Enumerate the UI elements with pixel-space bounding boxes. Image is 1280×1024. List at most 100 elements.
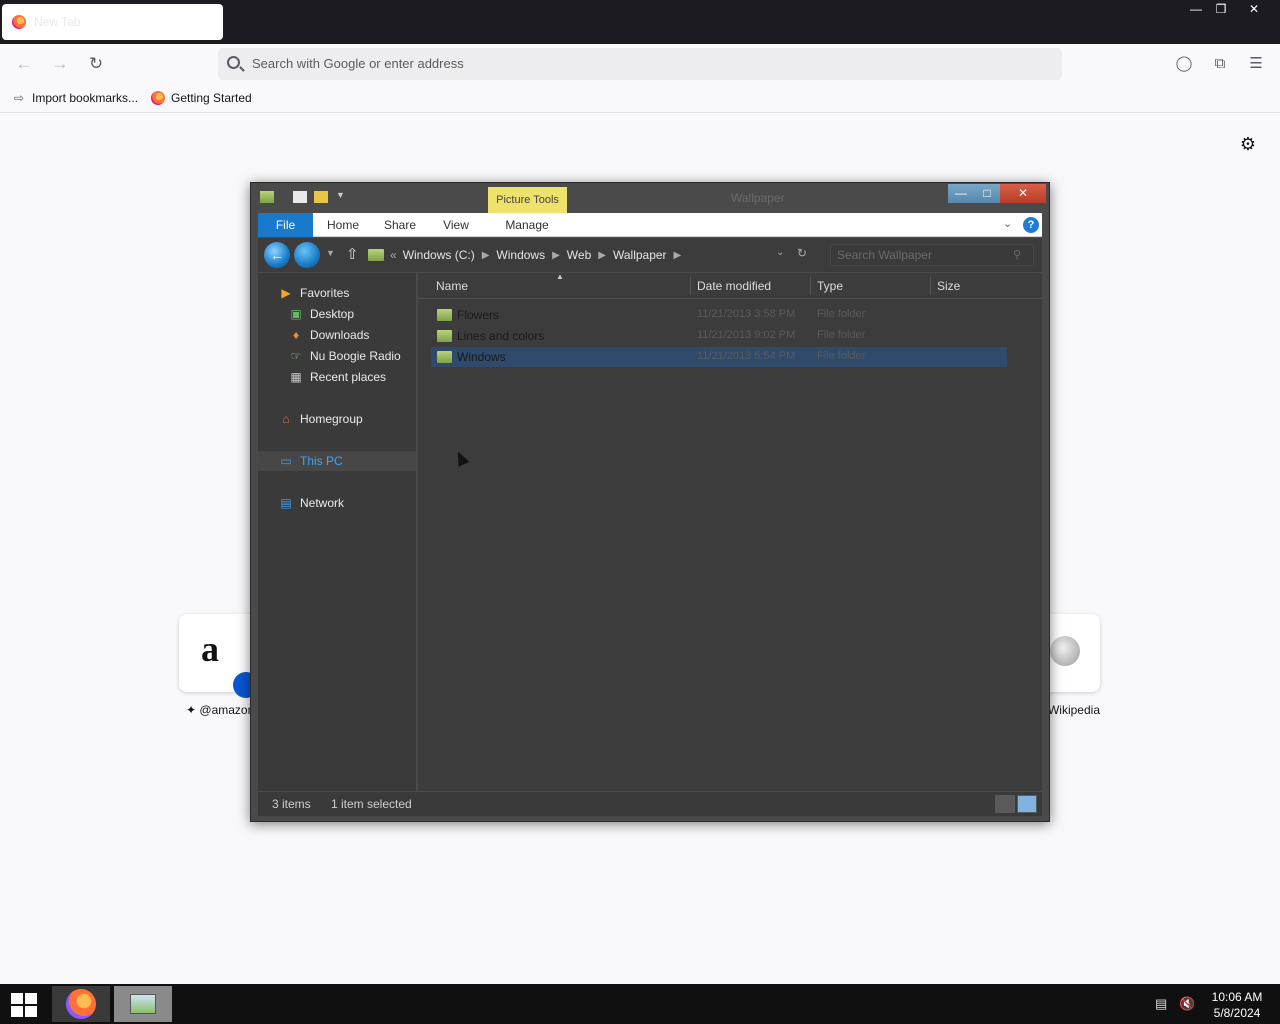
column-divider[interactable] [930, 277, 931, 295]
recent-locations-icon[interactable]: ▼ [326, 248, 335, 258]
recent-places-icon: ▦ [290, 370, 302, 384]
volume-muted-icon[interactable]: 🔇 [1179, 996, 1195, 1012]
nav-network[interactable]: ▤ Network [278, 493, 344, 513]
help-icon[interactable]: ? [1023, 217, 1039, 233]
column-name[interactable]: Name [436, 279, 468, 293]
shortcut-label-amazon: ✦ @amazon [186, 703, 254, 717]
back-arrow-icon[interactable]: ← [12, 52, 36, 76]
table-row-selected[interactable]: Windows 11/21/2013 5:54 PM File folder [431, 347, 1007, 367]
details-view-icon[interactable] [995, 795, 1015, 813]
column-size[interactable]: Size [937, 279, 960, 293]
taskbar-firefox[interactable] [52, 986, 110, 1022]
pin-icon: ✦ [186, 703, 197, 717]
large-icons-view-icon[interactable] [1017, 795, 1037, 813]
breadcrumb-overflow[interactable]: « [390, 248, 397, 262]
tab-title: New Tab [34, 15, 81, 29]
table-row[interactable]: Flowers 11/21/2013 3:58 PM File folder [431, 305, 1007, 325]
browser-close-button[interactable]: ✕ [1240, 0, 1268, 18]
nav-homegroup[interactable]: ⌂ Homegroup [278, 409, 363, 429]
breadcrumb-windows-c[interactable]: Windows (C:) [403, 248, 475, 262]
bookmark-getting-started[interactable]: Getting Started [151, 91, 252, 105]
qat-dropdown-icon[interactable]: ▼ [336, 190, 345, 200]
breadcrumb-web[interactable]: Web [567, 248, 591, 262]
homegroup-icon: ⌂ [282, 412, 290, 426]
picture-tools-tab: Picture Tools [488, 187, 567, 213]
shortcut-tile-amazon[interactable]: a [179, 614, 259, 698]
nav-this-pc[interactable]: ▭ This PC [258, 451, 416, 471]
forward-arrow-icon[interactable]: → [48, 52, 72, 76]
browser-tab[interactable]: New Tab [2, 4, 223, 40]
breadcrumb-windows[interactable]: Windows [496, 248, 545, 262]
menu-icon[interactable]: ☰ [1246, 54, 1266, 74]
computer-icon: ▭ [280, 454, 292, 468]
windows-logo-icon [11, 993, 23, 1004]
back-button[interactable]: ← [264, 242, 290, 268]
chevron-right-icon[interactable]: ▶ [552, 250, 560, 261]
tab-share[interactable]: Share [378, 213, 422, 237]
explorer-maximize-button[interactable]: □ [974, 184, 1000, 203]
nav-favorites[interactable]: ▶ Favorites [278, 283, 349, 303]
gear-icon[interactable]: ⚙ [1238, 134, 1258, 154]
reload-icon[interactable]: ↻ [84, 52, 108, 76]
chevron-right-icon[interactable]: ▶ [598, 250, 606, 261]
taskbar-clock[interactable]: 10:06 AM 5/8/2024 [1204, 989, 1270, 1021]
file-name: Flowers [457, 308, 500, 322]
taskbar-explorer[interactable] [114, 986, 172, 1022]
nav-label: Homegroup [300, 412, 363, 426]
breadcrumb-wallpaper[interactable]: Wallpaper [613, 248, 667, 262]
chevron-right-icon[interactable]: ▶ [482, 250, 490, 261]
nav-recent-places[interactable]: ▦ Recent places [288, 367, 386, 387]
nav-desktop[interactable]: ▣ Desktop [288, 304, 354, 324]
column-date-modified[interactable]: Date modified [697, 279, 771, 293]
url-bar[interactable]: Search with Google or enter address [218, 48, 1062, 80]
explorer-close-button[interactable]: ✕ [1000, 184, 1046, 203]
file-list: ▲ Name Date modified Type Size Flowers 1… [418, 272, 1042, 791]
amazon-logo-icon: a [201, 629, 219, 669]
browser-restore-button[interactable]: ❐ [1207, 0, 1235, 18]
file-date: 11/21/2013 3:58 PM [697, 308, 796, 320]
shortcut-label-wikipedia: Wikipedia [1048, 703, 1100, 717]
start-button[interactable] [10, 992, 38, 1018]
column-divider[interactable] [810, 277, 811, 295]
new-folder-icon[interactable] [314, 191, 328, 203]
folder-icon [437, 330, 452, 342]
nav-label: Network [300, 496, 345, 510]
column-divider[interactable] [690, 277, 691, 295]
network-status-icon[interactable]: ▤ [1155, 996, 1167, 1012]
tab-view[interactable]: View [436, 213, 476, 237]
nav-nu-boogie-radio[interactable]: ☞ Nu Boogie Radio [288, 346, 401, 366]
browser-nav-bar: ← → ↻ Search with Google or enter addres… [0, 44, 1280, 85]
breadcrumb[interactable]: « Windows (C:) ▶ Windows ▶ Web ▶ Wallpap… [364, 243, 822, 267]
table-row[interactable]: Lines and colors 11/21/2013 9:02 PM File… [431, 326, 1007, 346]
forward-button[interactable] [294, 242, 320, 268]
desktop-icon: ▣ [290, 307, 302, 321]
status-selection: 1 item selected [331, 797, 412, 811]
browser-minimize-button[interactable]: — [1182, 0, 1210, 18]
status-bar: 3 items 1 item selected [258, 792, 1042, 816]
chevron-right-icon[interactable]: ▶ [674, 250, 682, 261]
tab-manage[interactable]: Manage [496, 213, 558, 237]
extensions-icon[interactable]: ⧉ [1210, 54, 1230, 74]
window-title: Wallpaper [731, 191, 785, 205]
tab-home[interactable]: Home [320, 213, 366, 237]
explorer-title-bar[interactable]: ▼ Picture Tools Wallpaper — □ ✕ [251, 183, 1049, 213]
tab-file[interactable]: File [258, 213, 313, 237]
address-dropdown-icon[interactable]: ⌄ [776, 247, 784, 258]
navigation-pane: ▶ Favorites ▣ Desktop ♦ Downloads ☞ Nu B… [258, 273, 416, 791]
search-input[interactable]: Search Wallpaper ⚲ [830, 244, 1034, 266]
browser-tab-bar: New Tab — ❐ ✕ [0, 0, 1280, 44]
header-divider [418, 298, 1042, 299]
pocket-icon[interactable]: ◯ [1174, 54, 1194, 74]
file-type: File folder [817, 308, 866, 320]
file-date: 11/21/2013 5:54 PM [697, 350, 796, 362]
explorer-minimize-button[interactable]: — [948, 184, 974, 203]
nav-downloads[interactable]: ♦ Downloads [288, 325, 369, 345]
chevron-down-icon[interactable]: ⌄ [1003, 217, 1012, 230]
column-type[interactable]: Type [817, 279, 843, 293]
shortcut-label: @amazon [199, 703, 255, 717]
clock-date: 5/8/2024 [1213, 1006, 1261, 1020]
up-arrow-icon[interactable]: ⇧ [346, 245, 359, 263]
bookmark-import[interactable]: ⇨ Import bookmarks... [12, 91, 138, 105]
properties-icon[interactable] [293, 191, 307, 203]
refresh-icon[interactable]: ↻ [797, 246, 807, 260]
